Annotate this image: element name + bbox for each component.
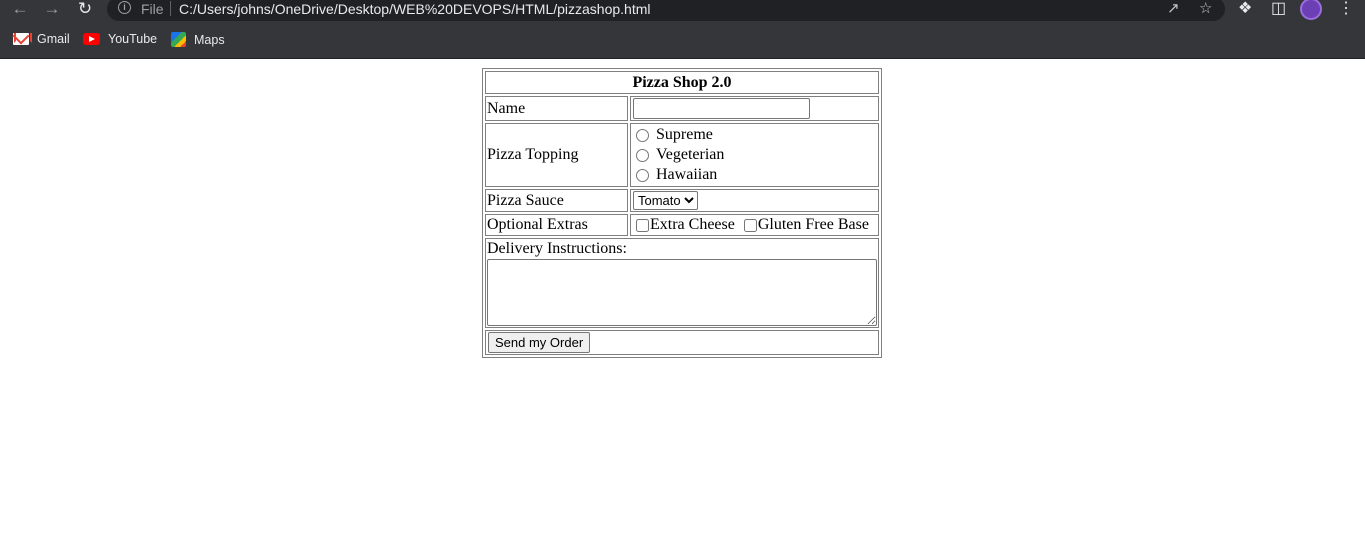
supreme-radio[interactable] (636, 128, 649, 142)
page-content: Pizza Shop 2.0 Name Pizza Topping Suprem… (0, 59, 1365, 536)
browser-toolbar: ← → ↻ i File C:/Users/johns/OneDrive/Des… (0, 0, 1365, 22)
gluten-free-checkbox[interactable] (743, 218, 757, 232)
topping-option-label: Hawaiian (656, 166, 718, 183)
reload-icon[interactable]: ↻ (74, 0, 96, 18)
bookmark-label: Gmail (37, 32, 70, 46)
extras-cell: Extra Cheese Gluten Free Base (630, 214, 879, 236)
forward-icon[interactable]: → (41, 0, 63, 18)
extensions-icon[interactable]: ❖ (1238, 0, 1252, 18)
sauce-select[interactable]: Tomato (633, 191, 698, 210)
send-order-button[interactable]: Send my Order (488, 332, 591, 353)
topping-option-vegeterian[interactable]: Vegeterian (632, 145, 877, 165)
divider (170, 1, 171, 16)
extra-cheese-label: Extra Cheese (650, 216, 735, 233)
topping-option-label: Supreme (656, 126, 713, 143)
bookmark-gmail[interactable]: Gmail (13, 32, 70, 46)
bookmark-label: YouTube (108, 32, 158, 46)
name-input[interactable] (633, 98, 810, 119)
scheme-label: File (141, 1, 164, 17)
back-icon[interactable]: ← (9, 0, 31, 18)
submit-cell: Send my Order (485, 330, 879, 355)
bookmark-maps[interactable]: Maps (171, 32, 225, 47)
maps-icon (171, 32, 186, 47)
name-cell (630, 96, 879, 121)
side-panel-icon[interactable]: ◫ (1271, 0, 1286, 18)
bookmark-label: Maps (194, 32, 225, 47)
name-label: Name (485, 96, 628, 121)
share-icon[interactable]: ↗ (1167, 0, 1180, 17)
gmail-icon (13, 33, 32, 45)
bookmarks-bar: Gmail YouTube Maps (0, 22, 1365, 59)
topping-option-hawaiian[interactable]: Hawaiian (632, 165, 877, 185)
instructions-label: Delivery Instructions: (487, 240, 627, 257)
instructions-cell: Delivery Instructions: (485, 238, 879, 328)
profile-avatar[interactable] (1300, 0, 1322, 20)
bookmark-youtube[interactable]: YouTube (83, 32, 157, 46)
order-form-table: Pizza Shop 2.0 Name Pizza Topping Suprem… (482, 68, 882, 358)
extras-label: Optional Extras (485, 214, 628, 236)
address-bar[interactable]: i File C:/Users/johns/OneDrive/Desktop/W… (107, 0, 1225, 21)
youtube-icon (83, 33, 100, 45)
hawaiian-radio[interactable] (636, 168, 649, 182)
extra-cheese-checkbox[interactable] (636, 218, 649, 232)
instructions-textarea[interactable] (487, 259, 877, 326)
url-text[interactable]: C:/Users/johns/OneDrive/Desktop/WEB%20DE… (179, 1, 651, 17)
topping-option-supreme[interactable]: Supreme (632, 125, 877, 145)
more-menu-icon[interactable]: ⋮ (1338, 0, 1354, 18)
star-icon[interactable]: ☆ (1199, 0, 1212, 17)
gluten-free-label: Gluten Free Base (757, 216, 869, 233)
topping-label: Pizza Topping (485, 123, 628, 187)
info-icon[interactable]: i (118, 1, 131, 14)
sauce-label: Pizza Sauce (485, 189, 628, 212)
vegeterian-radio[interactable] (636, 148, 649, 162)
topping-cell: Supreme Vegeterian Hawaiian (630, 123, 879, 187)
topping-option-label: Vegeterian (656, 146, 725, 163)
form-title: Pizza Shop 2.0 (485, 71, 879, 94)
sauce-cell: Tomato (630, 189, 879, 212)
